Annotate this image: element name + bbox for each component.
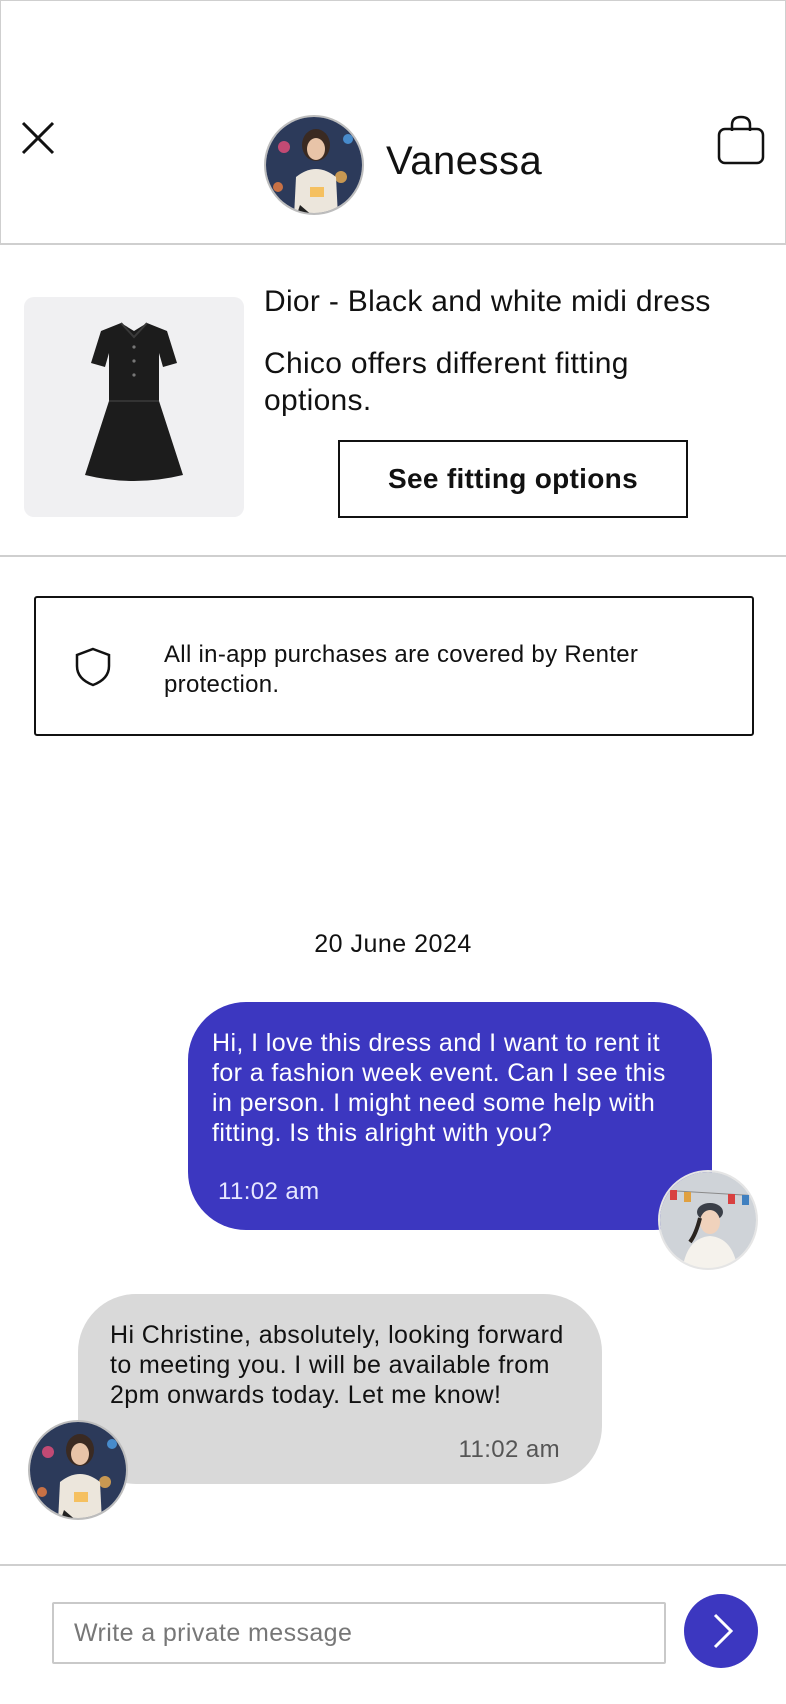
message-time: 11:02 am xyxy=(458,1436,560,1463)
avatar[interactable] xyxy=(264,115,364,215)
message-composer xyxy=(0,1564,786,1704)
incoming-message[interactable]: Hi Christine, absolutely, looking forwar… xyxy=(78,1294,602,1484)
message-input[interactable] xyxy=(52,1602,666,1664)
chat-date: 20 June 2024 xyxy=(314,930,472,958)
message-text: Hi Christine, absolutely, looking forwar… xyxy=(110,1321,564,1409)
protection-text: All in-app purchases are covered by Rent… xyxy=(164,641,639,698)
avatar[interactable] xyxy=(28,1420,128,1520)
send-button[interactable] xyxy=(684,1594,758,1668)
chat-header: Vanessa xyxy=(0,0,786,245)
product-card: Dior - Black and white midi dress Chico … xyxy=(0,245,786,557)
product-image[interactable] xyxy=(24,297,244,517)
shopping-bag-icon[interactable] xyxy=(715,113,767,169)
message-time: 11:02 am xyxy=(218,1178,320,1205)
fitting-note: Chico offers different fitting options. xyxy=(264,347,629,417)
chevron-right-icon xyxy=(713,1613,734,1649)
see-fitting-options-button[interactable]: See fitting options xyxy=(338,440,688,518)
outgoing-message[interactable]: Hi, I love this dress and I want to rent… xyxy=(188,1002,712,1230)
shield-icon xyxy=(74,646,112,688)
close-icon[interactable] xyxy=(19,119,59,159)
avatar[interactable] xyxy=(658,1170,758,1270)
product-title[interactable]: Dior - Black and white midi dress xyxy=(264,285,711,319)
contact-name: Vanessa xyxy=(386,139,543,183)
protection-notice: All in-app purchases are covered by Rent… xyxy=(34,596,754,736)
message-text: Hi, I love this dress and I want to rent… xyxy=(212,1029,666,1147)
